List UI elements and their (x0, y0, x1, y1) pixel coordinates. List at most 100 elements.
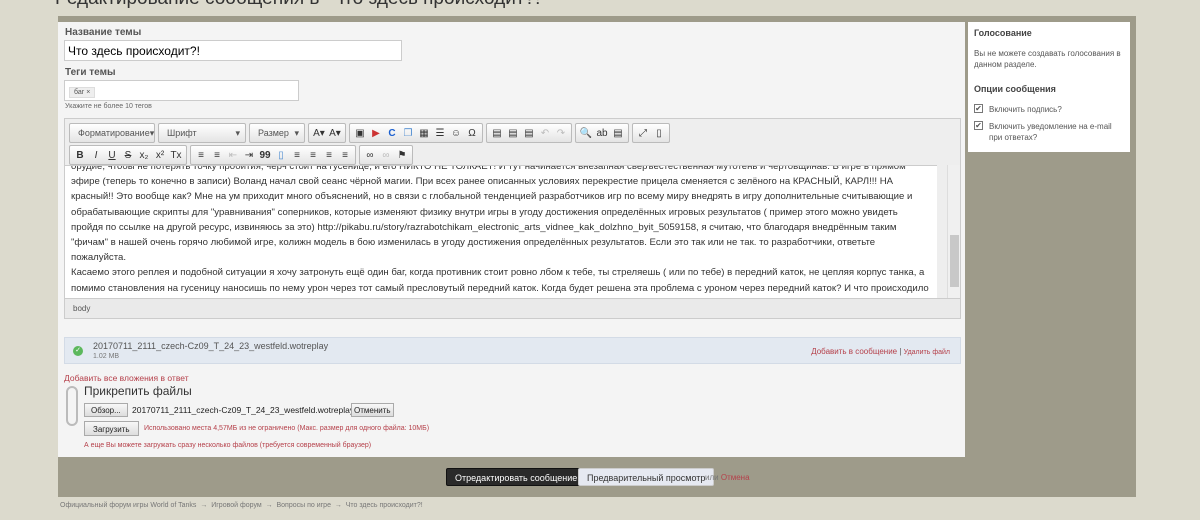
size-dropdown[interactable]: Размер ▾ (249, 123, 305, 143)
multi-upload-hint: А еще Вы можете загружать сразу нескольк… (84, 442, 372, 449)
cancel-file-button[interactable]: Отменить (351, 403, 394, 417)
bold-icon[interactable]: B (73, 150, 87, 161)
sidebar: Голосование Вы не можете создавать голос… (968, 22, 1130, 152)
maximize-icon[interactable]: ⤢ (636, 128, 650, 139)
separator: | (899, 347, 902, 356)
remove-format-icon[interactable]: Tx (169, 150, 183, 161)
tag-chip: баг × (69, 87, 96, 98)
quote-icon[interactable]: 99 (258, 150, 272, 161)
link-icon[interactable]: ∞ (363, 150, 377, 161)
align-left-icon[interactable]: ≡ (290, 150, 304, 161)
poll-text: Вы не можете создавать голосования в дан… (974, 49, 1121, 69)
attach-files-title: Прикрепить файлы (84, 384, 192, 398)
delete-file-link[interactable]: Удалить файл (904, 349, 950, 356)
editor-scrollbar[interactable] (947, 165, 960, 298)
paste-text-icon[interactable]: ▤ (506, 128, 520, 139)
tags-input[interactable]: баг × (64, 80, 299, 101)
hr-icon[interactable]: ☰ (433, 128, 447, 139)
numbered-list-icon[interactable]: ≡ (194, 150, 208, 161)
tags-hint: Укажите не более 10 тегов (65, 103, 152, 110)
underline-icon[interactable]: U (105, 150, 119, 161)
arrow-icon: → (200, 502, 208, 509)
arrow-icon: → (334, 502, 342, 509)
breadcrumb-item[interactable]: Игровой форум (211, 502, 261, 509)
redo-icon[interactable]: ↷ (554, 128, 568, 139)
paragraph: орудие, чтобы не потерять точку пробития… (71, 165, 913, 264)
page-title: Редактирование сообщения в "Что здесь пр… (55, 0, 547, 10)
strike-icon[interactable]: S (121, 150, 135, 161)
align-right-icon[interactable]: ≡ (322, 150, 336, 161)
option-label: Включить подпись? (989, 105, 1062, 114)
paragraph: Касаемо этого реплея и подобной ситуации… (71, 267, 929, 298)
preview-button[interactable]: Предварительный просмотр (578, 468, 715, 486)
paste-word-icon[interactable]: ▤ (522, 128, 536, 139)
format-label: Форматирование (78, 128, 150, 138)
browse-button[interactable]: Обзор... (84, 403, 128, 417)
paste-icon[interactable]: ▤ (490, 128, 504, 139)
attachment-row: ✓ 20170711_2111_czech-Cz09_T_24_23_westf… (64, 337, 961, 364)
add-all-attachments-link[interactable]: Добавить все вложения в ответ (64, 373, 189, 383)
editor-content[interactable]: орудие, чтобы не потерять точку пробития… (65, 165, 937, 298)
check-icon: ✓ (73, 346, 83, 356)
or-text: или (705, 473, 719, 482)
chevron-down-icon: ▾ (294, 127, 299, 138)
breadcrumb: Официальный форум игры World of Tanks → … (60, 502, 423, 509)
c-icon[interactable]: C (385, 128, 399, 139)
italic-icon[interactable]: I (89, 150, 103, 161)
tags-label: Теги темы (65, 67, 116, 78)
indent-icon[interactable]: ⇥ (242, 150, 256, 161)
checkbox-checked-icon[interactable]: ✔ (974, 104, 983, 113)
subscript-icon[interactable]: x₂ (137, 150, 151, 161)
bullet-list-icon[interactable]: ≡ (210, 150, 224, 161)
tag-remove-icon[interactable]: × (86, 89, 90, 96)
justify-icon[interactable]: ≡ (338, 150, 352, 161)
selected-file: 20170711_2111_czech-Cz09_T_24_23_westfel… (132, 405, 355, 415)
undo-icon[interactable]: ↶ (538, 128, 552, 139)
font-label: Шрифт (167, 128, 197, 138)
submit-edit-button[interactable]: Отредактировать сообщение (446, 468, 587, 486)
size-label: Размер (258, 128, 289, 138)
image-icon[interactable]: ▣ (353, 128, 367, 139)
replace-icon[interactable]: ab (595, 128, 609, 139)
omega-icon[interactable]: Ω (465, 128, 479, 139)
chevron-down-icon: ▾ (149, 127, 155, 138)
title-label: Название темы (65, 27, 142, 38)
checkbox-checked-icon[interactable]: ✔ (974, 121, 983, 130)
select-all-icon[interactable]: ▤ (611, 128, 625, 139)
tag-label: баг (74, 89, 85, 96)
copy-icon[interactable]: ❐ (401, 128, 415, 139)
option-email-notify[interactable]: ✔ Включить уведомление на e-mail при отве… (974, 121, 1124, 143)
breadcrumb-item[interactable]: Что здесь происходит?! (346, 502, 423, 509)
text-color-icon[interactable]: A▾ (312, 128, 326, 139)
search-icon[interactable]: 🔍 (579, 128, 593, 139)
unlink-icon[interactable]: ∞ (379, 150, 393, 161)
scrollbar-thumb[interactable] (950, 235, 959, 287)
cancel-link[interactable]: Отмена (721, 473, 750, 482)
anchor-flag-icon[interactable]: ⚑ (395, 150, 409, 161)
option-label: Включить уведомление на e-mail при ответ… (989, 122, 1112, 142)
spoiler-icon[interactable]: ▯ (274, 150, 288, 161)
superscript-icon[interactable]: x² (153, 150, 167, 161)
table-icon[interactable]: ▦ (417, 128, 431, 139)
upload-button[interactable]: Загрузить (84, 421, 139, 436)
source-icon[interactable]: ▯ (652, 128, 666, 139)
align-center-icon[interactable]: ≡ (306, 150, 320, 161)
smiley-icon[interactable]: ☺ (449, 128, 463, 139)
breadcrumb-item[interactable]: Официальный форум игры World of Tanks (60, 502, 196, 509)
outdent-icon[interactable]: ⇤ (226, 150, 240, 161)
youtube-icon[interactable]: ▶ (369, 128, 383, 139)
title-input[interactable]: Что здесь происходит?! (64, 40, 402, 61)
attachment-filename: 20170711_2111_czech-Cz09_T_24_23_westfel… (93, 341, 329, 351)
editor-path: body (65, 298, 960, 318)
rich-text-editor: Форматирование ▾ Шрифт ▾ Размер ▾ A▾ A▾ ▣ ▶ C ❐… (64, 118, 961, 319)
bg-color-icon[interactable]: A▾ (328, 128, 342, 139)
poll-title: Голосование (974, 28, 1032, 38)
format-dropdown[interactable]: Форматирование ▾ (69, 123, 155, 143)
option-signature[interactable]: ✔ Включить подпись? (974, 104, 1124, 115)
arrow-icon: → (265, 502, 273, 509)
chevron-down-icon: ▾ (235, 127, 240, 138)
breadcrumb-item[interactable]: Вопросы по игре (276, 502, 331, 509)
insert-attachment-link[interactable]: Добавить в сообщение (811, 347, 897, 356)
font-dropdown[interactable]: Шрифт ▾ (158, 123, 246, 143)
attachment-size: 1.02 MB (93, 353, 120, 360)
